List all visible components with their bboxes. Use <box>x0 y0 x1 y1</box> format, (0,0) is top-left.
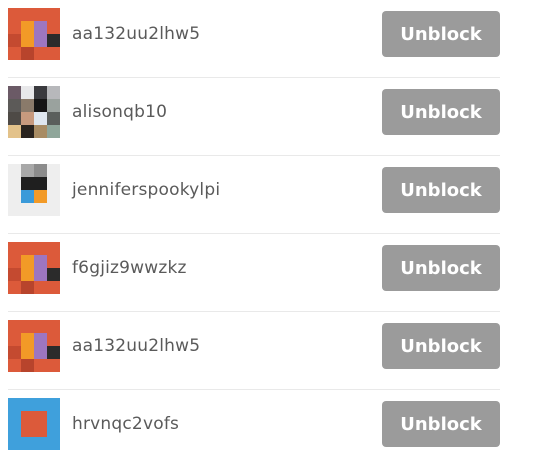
blocked-user-row: f6gjiz9wwzkz Unblock <box>8 234 500 312</box>
username: aa132uu2lhw5 <box>72 336 201 356</box>
blocked-user-row: aa132uu2lhw5 Unblock <box>8 0 500 78</box>
unblock-button[interactable]: Unblock <box>382 323 500 369</box>
username: hrvnqc2vofs <box>72 414 180 434</box>
user-avatar <box>8 320 60 372</box>
user-avatar <box>8 164 60 216</box>
unblock-button[interactable]: Unblock <box>382 11 500 57</box>
unblock-button[interactable]: Unblock <box>382 245 500 291</box>
username: alisonqb10 <box>72 102 168 122</box>
blocked-user-row: aa132uu2lhw5 Unblock <box>8 312 500 390</box>
username: f6gjiz9wwzkz <box>72 258 187 278</box>
blocked-user-row: hrvnqc2vofs Unblock <box>8 390 500 468</box>
unblock-button[interactable]: Unblock <box>382 167 500 213</box>
user-avatar <box>8 242 60 294</box>
user-avatar <box>8 86 60 138</box>
unblock-button[interactable]: Unblock <box>382 89 500 135</box>
username: aa132uu2lhw5 <box>72 24 201 44</box>
user-avatar <box>8 8 60 60</box>
unblock-button[interactable]: Unblock <box>382 401 500 447</box>
blocked-user-row: jenniferspookylpi Unblock <box>8 156 500 234</box>
user-avatar <box>8 398 60 450</box>
blocked-users-list: aa132uu2lhw5 Unblock alisonqb10 Unblock <box>8 0 500 468</box>
blocked-user-row: alisonqb10 Unblock <box>8 78 500 156</box>
username: jenniferspookylpi <box>72 180 221 200</box>
